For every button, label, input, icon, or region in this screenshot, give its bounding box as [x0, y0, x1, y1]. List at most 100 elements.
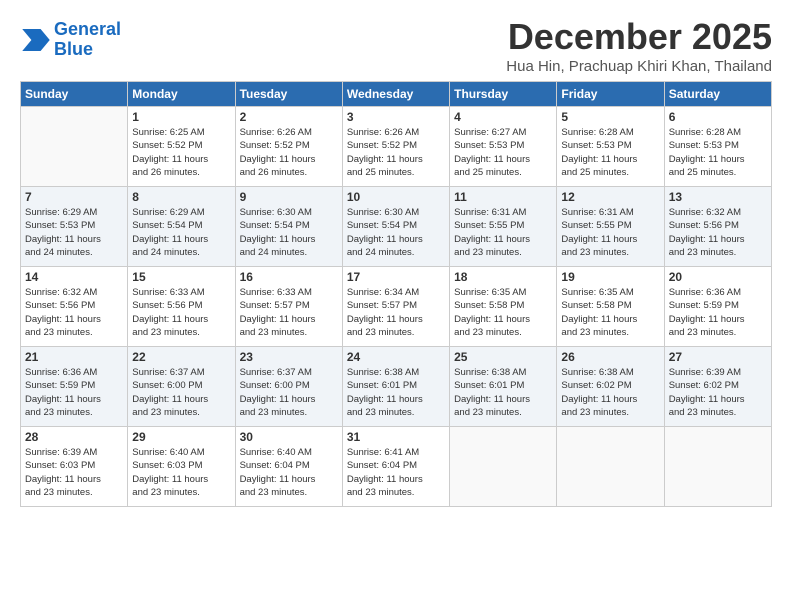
calendar-cell: 24 Sunrise: 6:38 AM Sunset: 6:01 PM Dayli… [342, 347, 449, 427]
calendar-cell: 1 Sunrise: 6:25 AM Sunset: 5:52 PM Daylig… [128, 107, 235, 187]
calendar-cell: 3Sunrise: 6:26 AM Sunset: 5:52 PM Daylig… [342, 107, 449, 187]
calendar-cell: 14 Sunrise: 6:32 AM Sunset: 5:56 PM Dayli… [21, 267, 128, 347]
col-tuesday: Tuesday [235, 82, 342, 107]
col-wednesday: Wednesday [342, 82, 449, 107]
logo: General Blue [20, 20, 121, 60]
day-info: Sunrise: 6:25 AM Sunset: 5:52 PM Dayligh… [132, 126, 230, 179]
day-info: Sunrise: 6:35 AM Sunset: 5:58 PM Dayligh… [561, 286, 659, 339]
calendar-cell: 30 Sunrise: 6:40 AM Sunset: 6:04 PM Dayli… [235, 427, 342, 507]
calendar-cell: 15Sunrise: 6:33 AM Sunset: 5:56 PM Dayli… [128, 267, 235, 347]
day-info: Sunrise: 6:37 AM Sunset: 6:00 PM Dayligh… [240, 366, 338, 419]
week-row-4: 21 Sunrise: 6:36 AM Sunset: 5:59 PM Dayli… [21, 347, 772, 427]
calendar-cell: 20 Sunrise: 6:36 AM Sunset: 5:59 PM Dayli… [664, 267, 771, 347]
day-info: Sunrise: 6:30 AM Sunset: 5:54 PM Dayligh… [347, 206, 445, 259]
calendar-cell: 7Sunrise: 6:29 AM Sunset: 5:53 PM Daylig… [21, 187, 128, 267]
day-number: 4 [454, 110, 552, 124]
calendar-cell: 21 Sunrise: 6:36 AM Sunset: 5:59 PM Dayli… [21, 347, 128, 427]
day-info: Sunrise: 6:29 AM Sunset: 5:54 PM Dayligh… [132, 206, 230, 259]
day-number: 5 [561, 110, 659, 124]
day-info: Sunrise: 6:40 AM Sunset: 6:04 PM Dayligh… [240, 446, 338, 499]
day-number: 7 [25, 190, 123, 204]
day-number: 22 [132, 350, 230, 364]
day-number: 14 [25, 270, 123, 284]
header-row: Sunday Monday Tuesday Wednesday Thursday… [21, 82, 772, 107]
day-info: Sunrise: 6:39 AM Sunset: 6:02 PM Dayligh… [669, 366, 767, 419]
day-number: 26 [561, 350, 659, 364]
day-number: 10 [347, 190, 445, 204]
calendar-cell: 13Sunrise: 6:32 AM Sunset: 5:56 PM Dayli… [664, 187, 771, 267]
calendar-cell: 2 Sunrise: 6:26 AM Sunset: 5:52 PM Daylig… [235, 107, 342, 187]
logo-text-line2: Blue [54, 40, 121, 60]
header: General Blue December 2025 Hua Hin, Prac… [20, 16, 772, 75]
day-number: 1 [132, 110, 230, 124]
day-info: Sunrise: 6:31 AM Sunset: 5:55 PM Dayligh… [561, 206, 659, 259]
day-info: Sunrise: 6:41 AM Sunset: 6:04 PM Dayligh… [347, 446, 445, 499]
calendar-cell: 28Sunrise: 6:39 AM Sunset: 6:03 PM Dayli… [21, 427, 128, 507]
day-info: Sunrise: 6:39 AM Sunset: 6:03 PM Dayligh… [25, 446, 123, 499]
day-number: 9 [240, 190, 338, 204]
day-number: 3 [347, 110, 445, 124]
calendar-cell: 9 Sunrise: 6:30 AM Sunset: 5:54 PM Daylig… [235, 187, 342, 267]
day-number: 25 [454, 350, 552, 364]
day-info: Sunrise: 6:38 AM Sunset: 6:01 PM Dayligh… [347, 366, 445, 419]
calendar-cell: 5Sunrise: 6:28 AM Sunset: 5:53 PM Daylig… [557, 107, 664, 187]
day-info: Sunrise: 6:34 AM Sunset: 5:57 PM Dayligh… [347, 286, 445, 339]
day-number: 8 [132, 190, 230, 204]
page: General Blue December 2025 Hua Hin, Prac… [0, 0, 792, 612]
calendar-cell: 22 Sunrise: 6:37 AM Sunset: 6:00 PM Dayli… [128, 347, 235, 427]
calendar-cell: 8 Sunrise: 6:29 AM Sunset: 5:54 PM Daylig… [128, 187, 235, 267]
day-number: 20 [669, 270, 767, 284]
day-info: Sunrise: 6:27 AM Sunset: 5:53 PM Dayligh… [454, 126, 552, 179]
calendar-cell: 12 Sunrise: 6:31 AM Sunset: 5:55 PM Dayli… [557, 187, 664, 267]
calendar-cell: 18Sunrise: 6:35 AM Sunset: 5:58 PM Dayli… [450, 267, 557, 347]
calendar-cell: 11Sunrise: 6:31 AM Sunset: 5:55 PM Dayli… [450, 187, 557, 267]
day-info: Sunrise: 6:28 AM Sunset: 5:53 PM Dayligh… [669, 126, 767, 179]
day-info: Sunrise: 6:40 AM Sunset: 6:03 PM Dayligh… [132, 446, 230, 499]
day-info: Sunrise: 6:36 AM Sunset: 5:59 PM Dayligh… [25, 366, 123, 419]
calendar-cell: 16Sunrise: 6:33 AM Sunset: 5:57 PM Dayli… [235, 267, 342, 347]
day-number: 11 [454, 190, 552, 204]
day-info: Sunrise: 6:32 AM Sunset: 5:56 PM Dayligh… [669, 206, 767, 259]
day-info: Sunrise: 6:36 AM Sunset: 5:59 PM Dayligh… [669, 286, 767, 339]
calendar-table: Sunday Monday Tuesday Wednesday Thursday… [20, 81, 772, 507]
week-row-1: 1 Sunrise: 6:25 AM Sunset: 5:52 PM Daylig… [21, 107, 772, 187]
col-friday: Friday [557, 82, 664, 107]
calendar-cell: 23Sunrise: 6:37 AM Sunset: 6:00 PM Dayli… [235, 347, 342, 427]
col-sunday: Sunday [21, 82, 128, 107]
week-row-5: 28Sunrise: 6:39 AM Sunset: 6:03 PM Dayli… [21, 427, 772, 507]
calendar-cell: 29Sunrise: 6:40 AM Sunset: 6:03 PM Dayli… [128, 427, 235, 507]
day-number: 19 [561, 270, 659, 284]
calendar-cell [21, 107, 128, 187]
calendar-cell [664, 427, 771, 507]
day-number: 18 [454, 270, 552, 284]
day-number: 15 [132, 270, 230, 284]
day-info: Sunrise: 6:37 AM Sunset: 6:00 PM Dayligh… [132, 366, 230, 419]
day-info: Sunrise: 6:26 AM Sunset: 5:52 PM Dayligh… [240, 126, 338, 179]
calendar-cell: 10 Sunrise: 6:30 AM Sunset: 5:54 PM Dayli… [342, 187, 449, 267]
calendar-cell: 27 Sunrise: 6:39 AM Sunset: 6:02 PM Dayli… [664, 347, 771, 427]
day-number: 6 [669, 110, 767, 124]
calendar-cell [557, 427, 664, 507]
day-info: Sunrise: 6:38 AM Sunset: 6:01 PM Dayligh… [454, 366, 552, 419]
calendar-cell: 4 Sunrise: 6:27 AM Sunset: 5:53 PM Daylig… [450, 107, 557, 187]
day-number: 27 [669, 350, 767, 364]
day-number: 24 [347, 350, 445, 364]
location-title: Hua Hin, Prachuap Khiri Khan, Thailand [506, 58, 772, 75]
day-info: Sunrise: 6:30 AM Sunset: 5:54 PM Dayligh… [240, 206, 338, 259]
calendar-cell: 17 Sunrise: 6:34 AM Sunset: 5:57 PM Dayli… [342, 267, 449, 347]
day-number: 2 [240, 110, 338, 124]
day-number: 17 [347, 270, 445, 284]
day-number: 21 [25, 350, 123, 364]
week-row-3: 14 Sunrise: 6:32 AM Sunset: 5:56 PM Dayli… [21, 267, 772, 347]
title-block: December 2025 Hua Hin, Prachuap Khiri Kh… [506, 16, 772, 75]
calendar-cell: 31Sunrise: 6:41 AM Sunset: 6:04 PM Dayli… [342, 427, 449, 507]
day-info: Sunrise: 6:32 AM Sunset: 5:56 PM Dayligh… [25, 286, 123, 339]
day-number: 30 [240, 430, 338, 444]
calendar-cell: 6 Sunrise: 6:28 AM Sunset: 5:53 PM Daylig… [664, 107, 771, 187]
logo-text-line1: General [54, 20, 121, 40]
calendar-cell: 25 Sunrise: 6:38 AM Sunset: 6:01 PM Dayli… [450, 347, 557, 427]
day-number: 12 [561, 190, 659, 204]
calendar-cell: 19 Sunrise: 6:35 AM Sunset: 5:58 PM Dayli… [557, 267, 664, 347]
day-number: 16 [240, 270, 338, 284]
week-row-2: 7Sunrise: 6:29 AM Sunset: 5:53 PM Daylig… [21, 187, 772, 267]
